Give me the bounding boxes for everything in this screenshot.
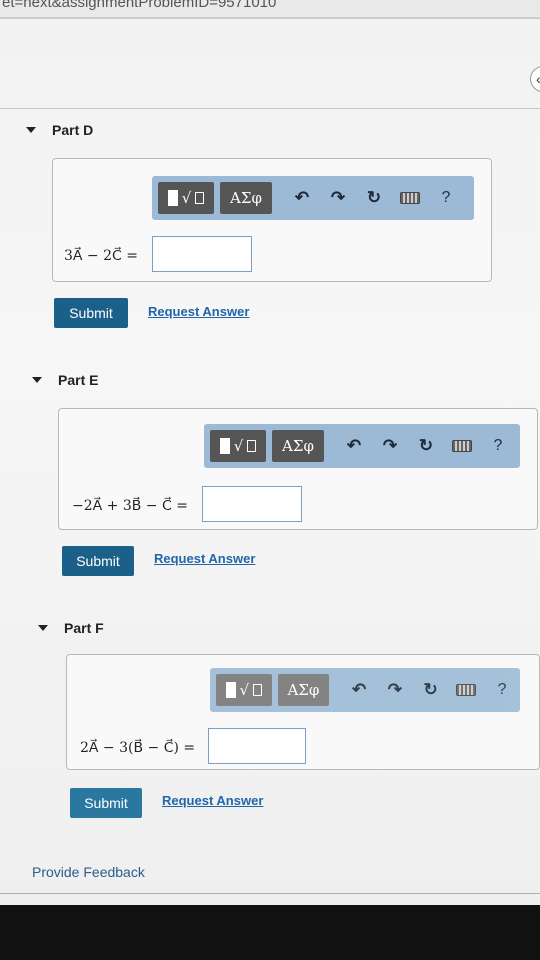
chevron-left-icon: ‹ (536, 71, 540, 87)
expression-e: −2A⃗ + 3B⃗ − C⃗ = (72, 498, 188, 514)
part-title: Part F (64, 620, 104, 636)
reset-icon[interactable]: ↻ (413, 674, 449, 706)
part-title: Part E (58, 372, 99, 388)
address-bar[interactable]: et=next&assignmentProblemID=9571010 (0, 0, 540, 18)
template-icon[interactable]: √ (158, 182, 214, 214)
undo-icon[interactable]: ↶ (341, 674, 377, 706)
redo-icon[interactable]: ↷ (372, 430, 408, 462)
answer-input-e[interactable] (202, 486, 302, 522)
divider (0, 108, 540, 109)
math-toolbar-d: √ ΑΣφ ↶ ↷ ↻ ? (152, 176, 474, 220)
request-answer-link-d[interactable]: Request Answer (148, 304, 249, 319)
back-button[interactable]: ‹ (530, 66, 540, 92)
divider (0, 18, 540, 19)
help-icon[interactable]: ? (480, 430, 516, 462)
url-text: et=next&assignmentProblemID=9571010 (2, 0, 277, 11)
keyboard-icon[interactable] (449, 674, 485, 706)
part-d-header[interactable]: Part D (26, 122, 93, 138)
keyboard-icon[interactable] (444, 430, 480, 462)
part-f-header[interactable]: Part F (38, 620, 104, 636)
template-icon[interactable]: √ (210, 430, 266, 462)
part-e-header[interactable]: Part E (32, 372, 98, 388)
greek-icon[interactable]: ΑΣφ (277, 674, 330, 706)
greek-icon[interactable]: ΑΣφ (220, 182, 272, 214)
math-toolbar-e: √ ΑΣφ ↶ ↷ ↻ ? (204, 424, 520, 468)
provide-feedback-link[interactable]: Provide Feedback (32, 864, 145, 880)
help-icon[interactable]: ? (484, 674, 520, 706)
divider (0, 893, 540, 894)
undo-icon[interactable]: ↶ (284, 182, 320, 214)
keyboard-icon[interactable] (392, 182, 428, 214)
template-icon[interactable]: √ (216, 674, 272, 706)
expression-d: 3A⃗ − 2C⃗ = (64, 248, 138, 264)
submit-button-e[interactable]: Submit (62, 546, 134, 576)
submit-button-d[interactable]: Submit (54, 298, 128, 328)
reset-icon[interactable]: ↻ (408, 430, 444, 462)
reset-icon[interactable]: ↻ (356, 182, 392, 214)
help-icon[interactable]: ? (428, 182, 464, 214)
answer-input-f[interactable] (208, 728, 306, 764)
redo-icon[interactable]: ↷ (377, 674, 413, 706)
expression-f: 2A⃗ − 3(B⃗ − C⃗) = (80, 740, 196, 756)
undo-icon[interactable]: ↶ (336, 430, 372, 462)
redo-icon[interactable]: ↷ (320, 182, 356, 214)
page: et=next&assignmentProblemID=9571010 ‹ Pa… (0, 0, 540, 905)
caret-down-icon (32, 377, 42, 383)
submit-button-f[interactable]: Submit (70, 788, 142, 818)
request-answer-link-e[interactable]: Request Answer (154, 551, 255, 566)
monitor-bezel (0, 905, 540, 960)
math-toolbar-f: √ ΑΣφ ↶ ↷ ↻ ? (210, 668, 520, 712)
request-answer-link-f[interactable]: Request Answer (162, 793, 263, 808)
caret-down-icon (26, 127, 36, 133)
answer-input-d[interactable] (152, 236, 252, 272)
greek-icon[interactable]: ΑΣφ (272, 430, 324, 462)
caret-down-icon (38, 625, 48, 631)
part-title: Part D (52, 122, 94, 138)
